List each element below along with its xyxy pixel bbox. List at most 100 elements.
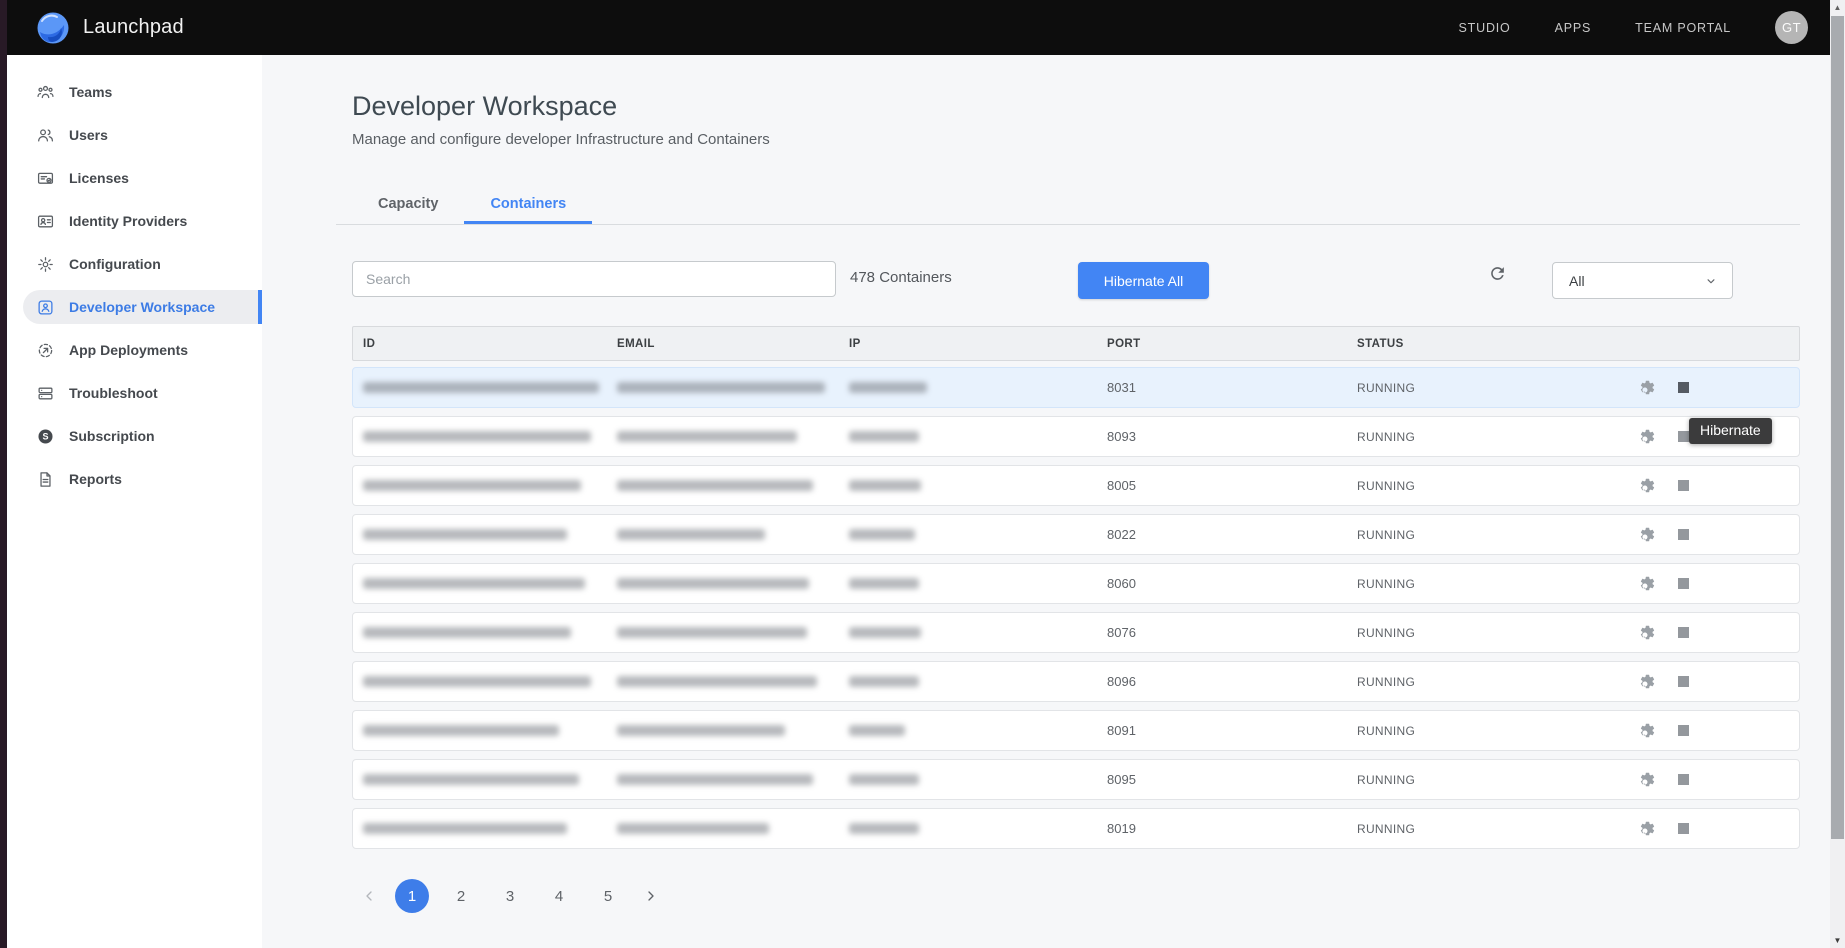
chevron-left-icon[interactable] xyxy=(358,879,380,913)
sidebar: Teams Users Licenses Identity Providers … xyxy=(7,55,262,948)
table-row[interactable]: 8096 RUNNING xyxy=(352,661,1800,702)
table-row[interactable]: 8019 RUNNING xyxy=(352,808,1800,849)
tab-capacity[interactable]: Capacity xyxy=(352,183,464,224)
stop-icon[interactable] xyxy=(1678,480,1689,491)
stop-icon[interactable] xyxy=(1678,578,1689,589)
page-button-4[interactable]: 4 xyxy=(542,879,576,913)
nav-apps[interactable]: APPS xyxy=(1555,21,1592,35)
settings-gear-icon[interactable] xyxy=(1639,624,1657,642)
scroll-down-icon[interactable]: ▼ xyxy=(1830,933,1845,948)
row-status: RUNNING xyxy=(1349,479,1579,493)
row-port: 8076 xyxy=(1099,625,1349,640)
containers-count: 478 Containers xyxy=(850,269,952,286)
settings-gear-icon[interactable] xyxy=(1639,379,1657,397)
settings-gear-icon[interactable] xyxy=(1639,575,1657,593)
sidebar-item-configuration[interactable]: Configuration xyxy=(7,247,262,281)
stop-icon[interactable] xyxy=(1678,676,1689,687)
stop-icon[interactable] xyxy=(1678,627,1689,638)
hibernate-all-button[interactable]: Hibernate All xyxy=(1078,262,1209,299)
table-row[interactable]: 8095 RUNNING xyxy=(352,759,1800,800)
settings-gear-icon[interactable] xyxy=(1639,820,1657,838)
column-header-id: ID xyxy=(353,338,609,350)
row-email-redacted xyxy=(617,676,817,687)
sidebar-item-identity-providers[interactable]: Identity Providers xyxy=(7,204,262,238)
settings-gear-icon[interactable] xyxy=(1639,477,1657,495)
row-email-redacted xyxy=(617,823,769,834)
subscription-icon: S xyxy=(37,428,54,445)
table-row[interactable]: 8022 RUNNING xyxy=(352,514,1800,555)
tab-containers[interactable]: Containers xyxy=(464,183,592,224)
page-button-3[interactable]: 3 xyxy=(493,879,527,913)
stop-icon[interactable] xyxy=(1678,823,1689,834)
sidebar-item-developer-workspace[interactable]: Developer Workspace xyxy=(23,290,262,324)
sidebar-item-teams[interactable]: Teams xyxy=(7,75,262,109)
app-root: Launchpad STUDIO APPS TEAM PORTAL GT Tea… xyxy=(0,0,1845,948)
page-button-5[interactable]: 5 xyxy=(591,879,625,913)
sidebar-item-label: Developer Workspace xyxy=(69,299,215,315)
sidebar-item-licenses[interactable]: Licenses xyxy=(7,161,262,195)
window-edge xyxy=(0,0,7,948)
settings-gear-icon[interactable] xyxy=(1639,428,1657,446)
stop-icon[interactable] xyxy=(1678,725,1689,736)
refresh-icon[interactable] xyxy=(1484,262,1510,288)
row-ip-redacted xyxy=(849,382,927,393)
sidebar-item-reports[interactable]: Reports xyxy=(7,462,262,496)
filter-dropdown[interactable]: All xyxy=(1552,262,1733,299)
row-status: RUNNING xyxy=(1349,724,1579,738)
sidebar-item-troubleshoot[interactable]: Troubleshoot xyxy=(7,376,262,410)
nav-studio[interactable]: STUDIO xyxy=(1459,21,1511,35)
table-row[interactable]: 8091 RUNNING xyxy=(352,710,1800,751)
table-row[interactable]: 8005 RUNNING xyxy=(352,465,1800,506)
page-button-2[interactable]: 2 xyxy=(444,879,478,913)
page-button-1[interactable]: 1 xyxy=(395,879,429,913)
row-email-redacted xyxy=(617,627,807,638)
sidebar-item-users[interactable]: Users xyxy=(7,118,262,152)
stop-icon[interactable] xyxy=(1678,382,1689,393)
chevron-right-icon[interactable] xyxy=(640,879,662,913)
app-logo[interactable]: Launchpad xyxy=(36,11,184,45)
table-row[interactable]: 8093 RUNNING xyxy=(352,416,1800,457)
settings-gear-icon[interactable] xyxy=(1639,673,1657,691)
row-ip-redacted xyxy=(849,725,905,736)
settings-gear-icon[interactable] xyxy=(1639,526,1657,544)
row-id-redacted xyxy=(363,676,591,687)
user-avatar[interactable]: GT xyxy=(1775,11,1808,44)
settings-gear-icon[interactable] xyxy=(1639,722,1657,740)
licenses-icon xyxy=(37,170,54,187)
table-row[interactable]: 8060 RUNNING xyxy=(352,563,1800,604)
nav-team-portal[interactable]: TEAM PORTAL xyxy=(1635,21,1731,35)
row-email-redacted xyxy=(617,382,825,393)
app-deployments-icon xyxy=(37,342,54,359)
sidebar-item-subscription[interactable]: S Subscription xyxy=(7,419,262,453)
svg-text:S: S xyxy=(42,431,48,441)
row-port: 8060 xyxy=(1099,576,1349,591)
column-header-email: EMAIL xyxy=(609,338,841,350)
teams-icon xyxy=(37,84,54,101)
row-status: RUNNING xyxy=(1349,675,1579,689)
table-rows: 8031 RUNNING 8093 RUNNING 8005 RUNNING xyxy=(352,367,1800,857)
row-ip-redacted xyxy=(849,529,915,540)
stop-icon[interactable] xyxy=(1678,431,1689,442)
table-row[interactable]: 8031 RUNNING xyxy=(352,367,1800,408)
scrollbar-thumb[interactable] xyxy=(1831,16,1844,839)
column-header-port: PORT xyxy=(1099,338,1349,350)
chevron-down-icon xyxy=(1704,274,1718,288)
table-row[interactable]: 8076 RUNNING xyxy=(352,612,1800,653)
reports-icon xyxy=(37,471,54,488)
row-port: 8095 xyxy=(1099,772,1349,787)
row-port: 8022 xyxy=(1099,527,1349,542)
search-input[interactable] xyxy=(352,261,836,297)
row-id-redacted xyxy=(363,774,579,785)
row-status: RUNNING xyxy=(1349,822,1579,836)
sidebar-item-label: Users xyxy=(69,127,108,143)
launchpad-wave-icon xyxy=(36,11,70,45)
scroll-up-icon[interactable]: ▲ xyxy=(1830,0,1845,15)
column-header-status: STATUS xyxy=(1349,338,1579,350)
stop-icon[interactable] xyxy=(1678,529,1689,540)
sidebar-item-label: Identity Providers xyxy=(69,213,187,229)
stop-icon[interactable] xyxy=(1678,774,1689,785)
row-port: 8005 xyxy=(1099,478,1349,493)
settings-gear-icon[interactable] xyxy=(1639,771,1657,789)
row-ip-redacted xyxy=(849,627,921,638)
sidebar-item-app-deployments[interactable]: App Deployments xyxy=(7,333,262,367)
